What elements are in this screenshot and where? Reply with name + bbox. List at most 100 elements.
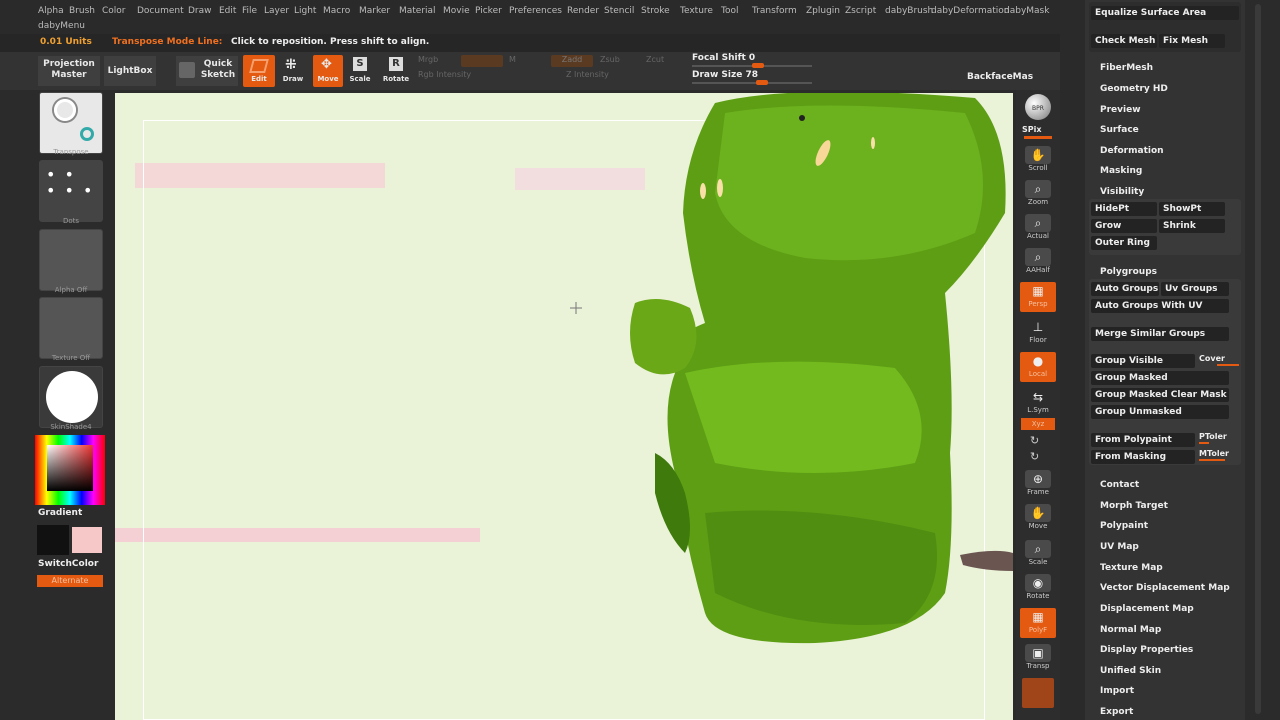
menu-render[interactable]: Render <box>567 6 599 16</box>
z-intensity-slider[interactable]: Z Intensity <box>566 70 609 79</box>
draw-size-track[interactable] <box>692 82 812 84</box>
menu-dabybrush[interactable]: dabyBrush <box>885 6 933 16</box>
menu-layer[interactable]: Layer <box>264 6 289 16</box>
unified-skin-section[interactable]: Unified Skin <box>1100 666 1161 676</box>
shelf-move-button[interactable]: ✋ Move <box>1020 504 1056 534</box>
transp-button[interactable]: ▣ Transp <box>1020 644 1056 674</box>
menu-draw[interactable]: Draw <box>188 6 212 16</box>
menu-dabymask[interactable]: dabyMask <box>1004 6 1049 16</box>
quick-sketch-button[interactable]: Quick Sketch <box>176 56 238 86</box>
palette-scrollbar[interactable] <box>1245 0 1280 720</box>
hidept-button[interactable]: HidePt <box>1091 202 1157 216</box>
secondary-color-swatch[interactable] <box>72 527 102 553</box>
menu-preferences[interactable]: Preferences <box>509 6 562 16</box>
actual-button[interactable]: ⌕ Actual <box>1020 214 1056 244</box>
scale-button[interactable]: S Scale <box>347 55 373 87</box>
fibermesh-section[interactable]: FiberMesh <box>1100 63 1153 73</box>
m-toggle[interactable]: M <box>509 55 516 64</box>
polyf-button[interactable]: ▦ PolyF <box>1020 608 1056 638</box>
preview-section[interactable]: Preview <box>1100 105 1141 115</box>
shrink-button[interactable]: Shrink <box>1159 219 1225 233</box>
mtoler-slider[interactable]: MToler <box>1199 449 1239 461</box>
lsym-button[interactable]: ⇆ L.Sym <box>1020 388 1056 418</box>
texture-map-section[interactable]: Texture Map <box>1100 563 1163 573</box>
scroll-button[interactable]: ✋ Scroll <box>1020 146 1056 176</box>
switch-color-button[interactable]: SwitchColor <box>38 559 98 569</box>
bpr-button[interactable]: BPR <box>1020 94 1056 124</box>
aahalf-button[interactable]: ⌕ AAHalf <box>1020 248 1056 278</box>
menu-texture[interactable]: Texture <box>680 6 713 16</box>
showpt-button[interactable]: ShowPt <box>1159 202 1225 216</box>
focal-shift-slider[interactable]: Focal Shift 0 <box>692 53 755 63</box>
auto-groups-button[interactable]: Auto Groups <box>1091 282 1159 296</box>
export-section[interactable]: Export <box>1100 707 1133 717</box>
menu-zplugin[interactable]: Zplugin <box>806 6 840 16</box>
draw-button[interactable]: ⁜ Draw <box>280 55 306 87</box>
surface-section[interactable]: Surface <box>1100 125 1139 135</box>
contact-section[interactable]: Contact <box>1100 480 1139 490</box>
polygroups-section[interactable]: Polygroups <box>1100 267 1157 277</box>
persp-button[interactable]: ▦ Persp <box>1020 282 1056 312</box>
rotate-z-icon[interactable]: ↻ <box>1030 450 1039 463</box>
from-masking-button[interactable]: From Masking <box>1091 450 1195 464</box>
deformation-section[interactable]: Deformation <box>1100 146 1164 156</box>
menu-tool[interactable]: Tool <box>721 6 738 16</box>
visibility-section[interactable]: Visibility <box>1100 187 1144 197</box>
menu-stroke[interactable]: Stroke <box>641 6 670 16</box>
rgb-intensity-slider[interactable]: Rgb Intensity <box>418 70 471 79</box>
displacement-map-section[interactable]: Displacement Map <box>1100 604 1194 614</box>
main-color-swatch[interactable] <box>37 525 69 555</box>
merge-similar-groups-button[interactable]: Merge Similar Groups <box>1091 327 1229 341</box>
move-button[interactable]: ✥ Move <box>313 55 343 87</box>
grow-button[interactable]: Grow <box>1091 219 1157 233</box>
zoom-button[interactable]: ⌕ Zoom <box>1020 180 1056 210</box>
uv-groups-button[interactable]: Uv Groups <box>1161 282 1229 296</box>
focal-shift-handle[interactable] <box>752 63 764 68</box>
menu-picker[interactable]: Picker <box>475 6 502 16</box>
menu-document[interactable]: Document <box>137 6 184 16</box>
texture-thumb[interactable] <box>39 297 103 359</box>
uv-map-section[interactable]: UV Map <box>1100 542 1139 552</box>
menu-brush[interactable]: Brush <box>69 6 95 16</box>
menu-dabymenu[interactable]: dabyMenu <box>38 21 85 31</box>
stroke-dots-thumb[interactable]: • • • • • <box>39 160 103 222</box>
vector-displacement-map-section[interactable]: Vector Displacement Map <box>1100 583 1230 593</box>
shelf-scale-button[interactable]: ⌕ Scale <box>1020 540 1056 570</box>
zadd-toggle[interactable]: Zadd <box>551 55 593 67</box>
spix-bar[interactable] <box>1024 136 1052 139</box>
alpha-thumb[interactable] <box>39 229 103 291</box>
zsub-toggle[interactable]: Zsub <box>600 55 620 64</box>
material-thumb[interactable] <box>39 366 103 428</box>
normal-map-section[interactable]: Normal Map <box>1100 625 1161 635</box>
ptoler-slider[interactable]: PToler <box>1199 432 1239 444</box>
fix-mesh-button[interactable]: Fix Mesh <box>1159 34 1225 48</box>
lightbox-button[interactable]: LightBox <box>104 56 156 86</box>
mrgb-button[interactable]: Mrgb <box>418 55 438 64</box>
menu-edit[interactable]: Edit <box>219 6 236 16</box>
menu-light[interactable]: Light <box>294 6 316 16</box>
transpose-brush-thumb[interactable] <box>39 92 103 154</box>
draw-size-slider[interactable]: Draw Size 78 <box>692 70 758 80</box>
backface-mask-button[interactable]: BackfaceMas <box>967 72 1033 82</box>
equalize-surface-button[interactable]: Equalize Surface Area <box>1091 6 1239 20</box>
menu-material[interactable]: Material <box>399 6 436 16</box>
group-masked-clear-mask-button[interactable]: Group Masked Clear Mask <box>1091 388 1229 402</box>
edit-button[interactable]: Edit <box>243 55 275 87</box>
menu-color[interactable]: Color <box>102 6 126 16</box>
auto-groups-uv-button[interactable]: Auto Groups With UV <box>1091 299 1229 313</box>
ghost-button[interactable] <box>1022 678 1054 708</box>
rotate-button[interactable]: R Rotate <box>382 55 410 87</box>
group-unmasked-button[interactable]: Group Unmasked <box>1091 405 1229 419</box>
rgb-toggle[interactable] <box>461 55 503 67</box>
local-button[interactable]: ● Local <box>1020 352 1056 382</box>
floor-button[interactable]: ⊥ Floor <box>1020 318 1056 348</box>
menu-transform[interactable]: Transform <box>752 6 797 16</box>
menu-stencil[interactable]: Stencil <box>604 6 634 16</box>
menu-file[interactable]: File <box>242 6 257 16</box>
from-polypaint-button[interactable]: From Polypaint <box>1091 433 1195 447</box>
palette-scroll-track[interactable] <box>1255 4 1261 714</box>
gradient-toggle[interactable]: Gradient <box>38 508 82 518</box>
xyz-button[interactable]: Xyz <box>1021 418 1055 430</box>
shelf-rotate-button[interactable]: ◉ Rotate <box>1020 574 1056 604</box>
menu-marker[interactable]: Marker <box>359 6 390 16</box>
